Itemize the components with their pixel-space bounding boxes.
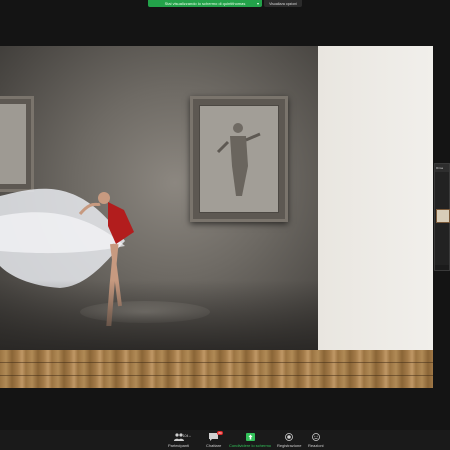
thumbnail-image bbox=[436, 209, 450, 223]
record-label: Registrazione bbox=[277, 443, 302, 448]
screen-share-banner[interactable]: Stai visualizzando lo schermo di quintit… bbox=[148, 0, 262, 7]
participants-count: 104 bbox=[182, 434, 189, 438]
thumbnail-header: Rima bbox=[435, 164, 449, 172]
wall-frame-violinist bbox=[190, 96, 288, 222]
reactions-button[interactable]: Reazioni bbox=[308, 432, 324, 448]
participants-button[interactable]: 104 ^ Partecipanti bbox=[168, 432, 191, 448]
reactions-label: Reazioni bbox=[308, 443, 324, 448]
participants-label: Partecipanti bbox=[168, 443, 190, 448]
violinist-figure bbox=[216, 123, 261, 196]
record-button[interactable]: Registrazione bbox=[277, 432, 301, 448]
meeting-window: Stai visualizzando lo schermo di quintit… bbox=[0, 0, 450, 450]
chat-button[interactable]: 80 Chattare bbox=[206, 431, 223, 448]
wooden-floor bbox=[0, 350, 433, 388]
chevron-down-icon[interactable]: ▾ bbox=[257, 1, 259, 6]
right-wall bbox=[318, 46, 433, 350]
participant-thumbnail[interactable]: Rima bbox=[434, 163, 450, 271]
smiley-icon bbox=[310, 432, 322, 442]
view-options-button[interactable]: Visualizza opzioni bbox=[264, 0, 302, 7]
thumbnail-footer bbox=[435, 265, 449, 270]
participants-chevron-icon[interactable]: ^ bbox=[189, 434, 191, 439]
chat-badge: 80 bbox=[217, 431, 223, 435]
record-icon bbox=[283, 432, 295, 442]
meeting-toolbar: 104 ^ Partecipanti 80 Chattare Condivide… bbox=[0, 430, 450, 450]
share-screen-icon bbox=[244, 432, 256, 442]
share-screen-label: Condividere lo schermo bbox=[229, 443, 272, 448]
dancer-photo bbox=[0, 46, 318, 350]
participants-icon: 104 bbox=[173, 432, 188, 442]
shared-screen-content bbox=[0, 46, 433, 388]
chat-icon: 80 bbox=[208, 431, 223, 442]
share-screen-button[interactable]: Condividere lo schermo bbox=[229, 432, 271, 448]
chat-label: Chattare bbox=[206, 443, 222, 448]
share-banner-text: Stai visualizzando lo schermo di quintit… bbox=[164, 1, 246, 6]
view-options-label: Visualizza opzioni bbox=[269, 1, 297, 6]
